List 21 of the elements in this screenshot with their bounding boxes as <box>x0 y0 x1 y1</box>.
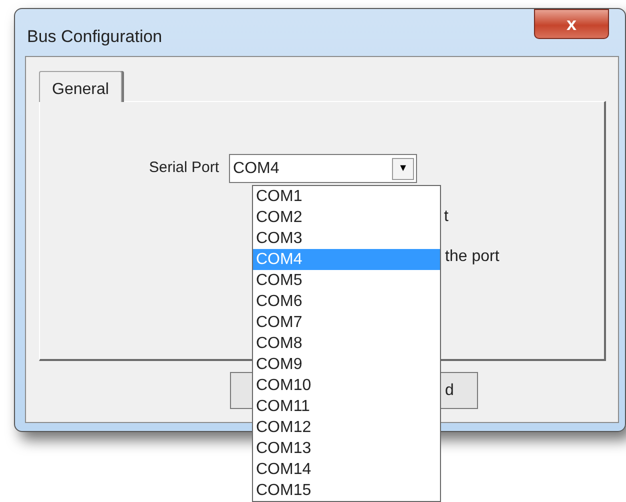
label-text: the port <box>445 247 500 267</box>
dropdown-option[interactable]: COM11 <box>253 396 440 417</box>
dropdown-option[interactable]: COM12 <box>253 417 440 438</box>
dropdown-option[interactable]: COM3 <box>253 228 440 249</box>
dropdown-option[interactable]: COM13 <box>253 438 440 459</box>
dropdown-option[interactable]: COM9 <box>253 354 440 375</box>
dropdown-option[interactable]: COM1 <box>253 186 440 207</box>
dropdown-option[interactable]: COM2 <box>253 207 440 228</box>
dropdown-option[interactable]: COM8 <box>253 333 440 354</box>
dropdown-option[interactable]: COM7 <box>253 312 440 333</box>
dropdown-option[interactable]: COM5 <box>253 270 440 291</box>
tab[interactable]: General <box>39 71 122 102</box>
dropdown-option[interactable]: COM6 <box>253 291 440 312</box>
field-label: Serial Port <box>149 158 220 178</box>
label-text: t <box>444 207 448 227</box>
dropdown-option[interactable]: COM10 <box>253 375 440 396</box>
serial-port-dropdown[interactable]: COM4 ▼ <box>229 154 418 183</box>
close-button[interactable]: x <box>534 9 609 39</box>
dropdown-option[interactable]: COM14 <box>253 459 440 480</box>
window-title: Bus Configuration <box>26 26 164 48</box>
dropdown-option[interactable]: COM15 <box>253 480 440 501</box>
